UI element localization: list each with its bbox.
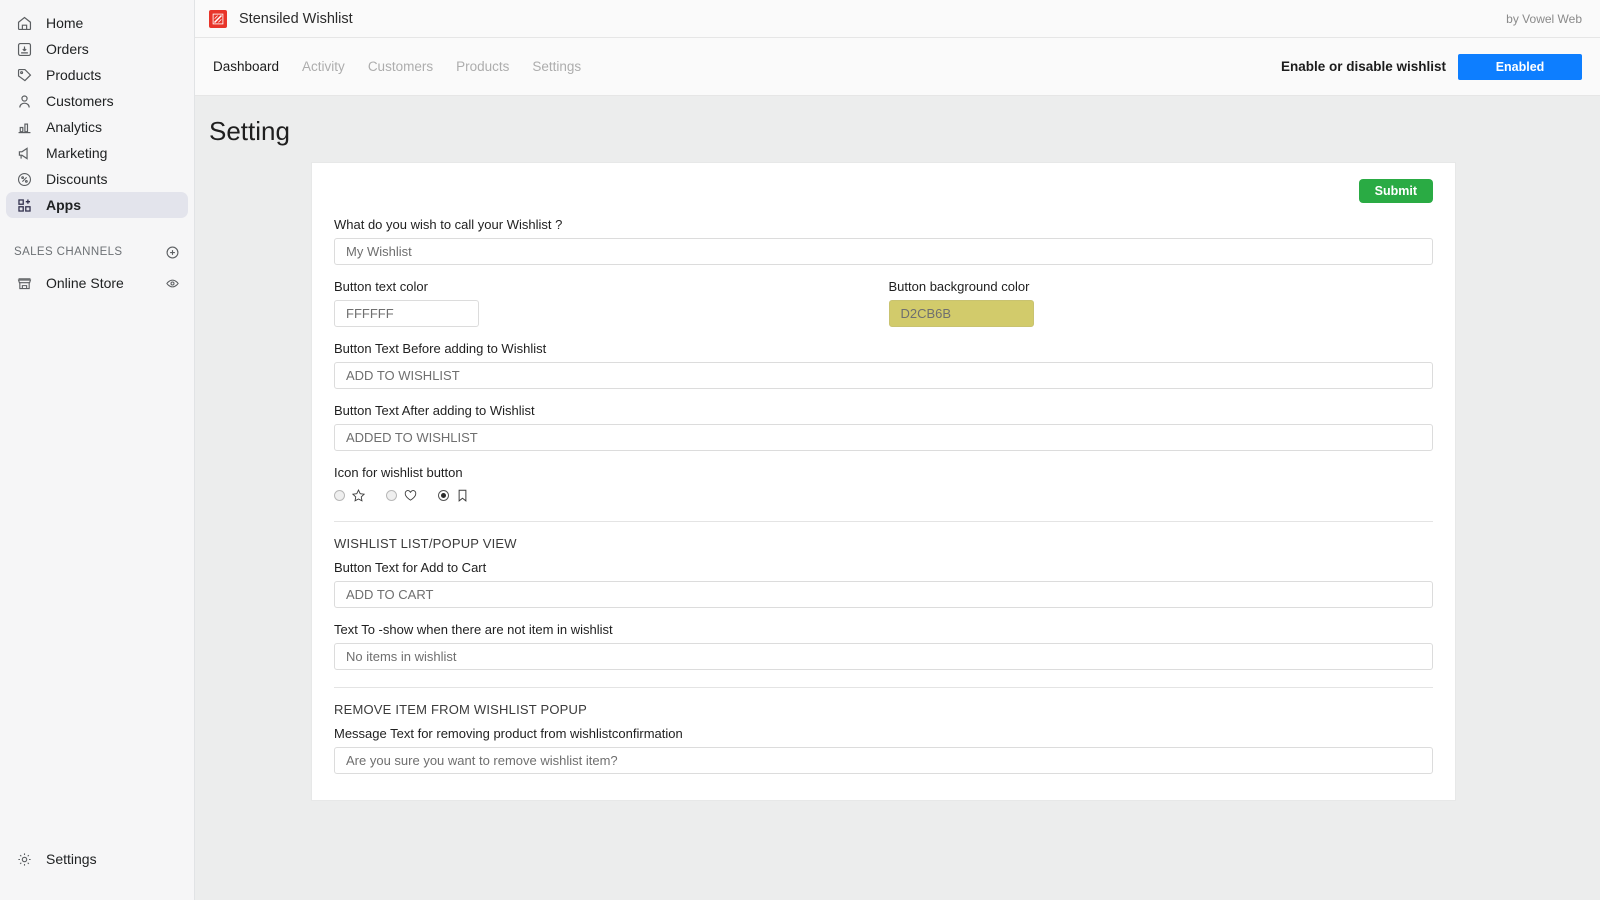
storefront-icon xyxy=(14,273,34,293)
tab-settings[interactable]: Settings xyxy=(532,59,581,74)
sidebar-item-orders[interactable]: Orders xyxy=(6,36,188,62)
section-heading-remove: REMOVE ITEM FROM WISHLIST POPUP xyxy=(334,702,1433,717)
button-text-color-input[interactable] xyxy=(334,300,479,327)
sidebar-item-label: Discounts xyxy=(46,172,107,186)
wishlist-name-label: What do you wish to call your Wishlist ? xyxy=(334,217,1433,232)
sidebar-item-label: Customers xyxy=(46,94,114,108)
icon-choice-radio-group xyxy=(334,487,1433,504)
sales-channels-header: SALES CHANNELS xyxy=(0,240,194,264)
heart-icon xyxy=(402,487,419,504)
button-text-before-input[interactable] xyxy=(334,362,1433,389)
icon-option-heart[interactable] xyxy=(386,487,419,504)
field-remove-message: Message Text for removing product from w… xyxy=(334,726,1433,774)
remove-message-label: Message Text for removing product from w… xyxy=(334,726,1433,741)
field-button-text-after: Button Text After adding to Wishlist xyxy=(334,403,1433,451)
divider-remove-section xyxy=(334,687,1433,688)
tab-products[interactable]: Products xyxy=(456,59,509,74)
button-background-color-label: Button background color xyxy=(889,279,1434,294)
settings-card: Submit What do you wish to call your Wis… xyxy=(312,163,1455,800)
button-text-before-label: Button Text Before adding to Wishlist xyxy=(334,341,1433,356)
field-button-background-color: Button background color xyxy=(889,279,1434,327)
enable-wishlist-label: Enable or disable wishlist xyxy=(1281,59,1446,74)
products-tag-icon xyxy=(14,65,34,85)
app-titlebar: Stensiled Wishlist by Vowel Web xyxy=(195,0,1600,38)
field-wishlist-name: What do you wish to call your Wishlist ? xyxy=(334,217,1433,265)
sidebar-item-customers[interactable]: Customers xyxy=(6,88,188,114)
field-button-text-before: Button Text Before adding to Wishlist xyxy=(334,341,1433,389)
radio-bookmark[interactable] xyxy=(438,490,449,501)
field-empty-wishlist-text: Text To -show when there are not item in… xyxy=(334,622,1433,670)
wishlist-name-input[interactable] xyxy=(334,238,1433,265)
tab-customers[interactable]: Customers xyxy=(368,59,433,74)
sidebar-item-online-store[interactable]: Online Store xyxy=(6,270,188,296)
gear-icon xyxy=(14,849,34,869)
empty-wishlist-text-input[interactable] xyxy=(334,643,1433,670)
app-title: Stensiled Wishlist xyxy=(239,11,353,27)
tab-list: Dashboard Activity Customers Products Se… xyxy=(213,59,581,74)
main-area: Stensiled Wishlist by Vowel Web Dashboar… xyxy=(195,0,1600,900)
add-to-cart-input[interactable] xyxy=(334,581,1433,608)
sidebar-footer: Settings xyxy=(0,846,194,872)
button-background-color-input[interactable] xyxy=(889,300,1034,327)
button-text-after-label: Button Text After adding to Wishlist xyxy=(334,403,1433,418)
sales-channels-label: SALES CHANNELS xyxy=(14,246,123,258)
page-title: Setting xyxy=(195,96,1600,163)
sidebar-item-label: Products xyxy=(46,68,101,82)
submit-row: Submit xyxy=(334,179,1433,203)
star-icon xyxy=(350,487,367,504)
app-tabbar: Dashboard Activity Customers Products Se… xyxy=(195,38,1600,96)
submit-button[interactable]: Submit xyxy=(1359,179,1433,203)
tab-dashboard[interactable]: Dashboard xyxy=(213,59,279,74)
customers-person-icon xyxy=(14,91,34,111)
marketing-megaphone-icon xyxy=(14,143,34,163)
tab-activity[interactable]: Activity xyxy=(302,59,345,74)
field-icon-choice: Icon for wishlist button xyxy=(334,465,1433,504)
section-heading-popup: WISHLIST LIST/POPUP VIEW xyxy=(334,536,1433,551)
sidebar-item-discounts[interactable]: Discounts xyxy=(6,166,188,192)
analytics-bars-icon xyxy=(14,117,34,137)
sidebar-item-settings[interactable]: Settings xyxy=(6,846,188,872)
color-fields-row: Button text color Button background colo… xyxy=(334,279,1433,327)
button-text-color-label: Button text color xyxy=(334,279,879,294)
app-root: Home Orders Products Customers Analytics xyxy=(0,0,1600,900)
sidebar-item-label: Apps xyxy=(46,198,81,212)
sidebar-item-label: Home xyxy=(46,16,83,30)
field-button-text-color: Button text color xyxy=(334,279,879,327)
eye-icon[interactable] xyxy=(165,276,180,291)
sidebar-item-apps[interactable]: Apps xyxy=(6,192,188,218)
enabled-toggle-button[interactable]: Enabled xyxy=(1458,54,1582,80)
sidebar-item-marketing[interactable]: Marketing xyxy=(6,140,188,166)
bookmark-icon xyxy=(454,487,471,504)
sidebar: Home Orders Products Customers Analytics xyxy=(0,0,195,900)
empty-wishlist-text-label: Text To -show when there are not item in… xyxy=(334,622,1433,637)
divider-popup-section xyxy=(334,521,1433,522)
plus-circle-icon[interactable] xyxy=(165,245,180,260)
page-content: Setting Submit What do you wish to call … xyxy=(195,96,1600,900)
remove-message-input[interactable] xyxy=(334,747,1433,774)
enable-wishlist-control: Enable or disable wishlist Enabled xyxy=(1281,54,1582,80)
app-byline: by Vowel Web xyxy=(1506,12,1582,26)
stensiled-logo-icon xyxy=(209,10,227,28)
icon-option-star[interactable] xyxy=(334,487,367,504)
sidebar-item-analytics[interactable]: Analytics xyxy=(6,114,188,140)
radio-star[interactable] xyxy=(334,490,345,501)
discounts-percent-icon xyxy=(14,169,34,189)
sidebar-item-label: Orders xyxy=(46,42,89,56)
icon-option-bookmark[interactable] xyxy=(438,487,471,504)
sidebar-item-home[interactable]: Home xyxy=(6,10,188,36)
sidebar-item-products[interactable]: Products xyxy=(6,62,188,88)
icon-choice-label: Icon for wishlist button xyxy=(334,465,1433,480)
sidebar-item-label: Settings xyxy=(46,852,97,866)
button-text-after-input[interactable] xyxy=(334,424,1433,451)
home-icon xyxy=(14,13,34,33)
field-add-to-cart: Button Text for Add to Cart xyxy=(334,560,1433,608)
add-to-cart-label: Button Text for Add to Cart xyxy=(334,560,1433,575)
sidebar-item-label: Analytics xyxy=(46,120,102,134)
radio-heart[interactable] xyxy=(386,490,397,501)
orders-icon xyxy=(14,39,34,59)
sidebar-item-label: Online Store xyxy=(46,275,124,291)
apps-grid-plus-icon xyxy=(14,195,34,215)
sidebar-item-label: Marketing xyxy=(46,146,107,160)
